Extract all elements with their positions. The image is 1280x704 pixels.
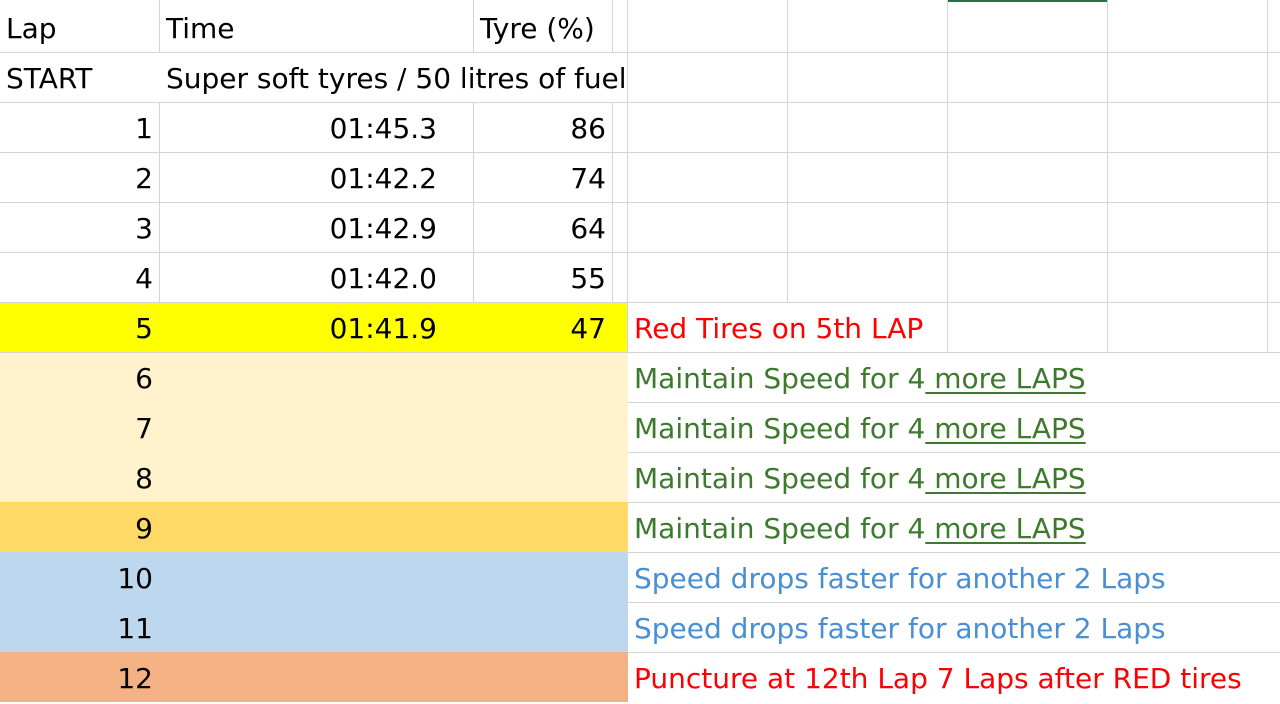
lap-tyre[interactable]: 86	[474, 104, 612, 154]
start-description[interactable]: Super soft tyres / 50 litres of fuel	[160, 54, 780, 104]
lap-note[interactable]: Puncture at 12th Lap 7 Laps after RED ti…	[634, 654, 1242, 704]
note-underlined-text: more LAPS	[925, 412, 1086, 445]
start-label[interactable]: START	[0, 54, 159, 104]
lap-number[interactable]: 7	[0, 404, 159, 454]
lap-time[interactable]: 01:41.9	[160, 304, 473, 354]
lap-number[interactable]: 5	[0, 304, 159, 354]
note-underlined-text: more LAPS	[925, 362, 1086, 395]
lap-number[interactable]: 11	[0, 604, 159, 654]
lap-note[interactable]: Speed drops faster for another 2 Laps	[634, 604, 1166, 654]
lap-number[interactable]: 12	[0, 654, 159, 704]
lap-note[interactable]: Maintain Speed for 4 more LAPS	[634, 404, 1086, 454]
lap-time[interactable]: 01:45.3	[160, 104, 473, 154]
lap-tyre[interactable]: 47	[474, 304, 612, 354]
spreadsheet-grid: Lap Time Tyre (%) START Super soft tyres…	[0, 0, 1280, 703]
note-underlined-text: more LAPS	[925, 462, 1086, 495]
header-tyre[interactable]: Tyre (%)	[474, 4, 614, 54]
lap-note[interactable]: Speed drops faster for another 2 Laps	[634, 554, 1166, 604]
grid-col-line	[787, 0, 788, 302]
note-text: Maintain Speed for 4	[634, 512, 926, 545]
note-text: Maintain Speed for 4	[634, 412, 926, 445]
lap-tyre[interactable]: 74	[474, 154, 612, 204]
selected-cell-border	[948, 0, 1107, 2]
lap-time[interactable]: 01:42.9	[160, 204, 473, 254]
lap-number[interactable]: 1	[0, 104, 159, 154]
lap-time[interactable]: 01:42.2	[160, 154, 473, 204]
lap-time[interactable]: 01:42.0	[160, 254, 473, 304]
note-text: Maintain Speed for 4	[634, 362, 926, 395]
lap-number[interactable]: 8	[0, 454, 159, 504]
lap-note[interactable]: Maintain Speed for 4 more LAPS	[634, 454, 1086, 504]
note-text: Maintain Speed for 4	[634, 462, 926, 495]
header-time[interactable]: Time	[160, 4, 473, 54]
note-underlined-text: more LAPS	[925, 512, 1086, 545]
lap-tyre[interactable]: 64	[474, 204, 612, 254]
lap-number[interactable]: 2	[0, 154, 159, 204]
lap-note[interactable]: Maintain Speed for 4 more LAPS	[634, 504, 1086, 554]
lap-note[interactable]: Red Tires on 5th LAP	[634, 304, 923, 354]
lap-number[interactable]: 3	[0, 204, 159, 254]
header-lap[interactable]: Lap	[0, 4, 159, 54]
lap-note[interactable]: Maintain Speed for 4 more LAPS	[634, 354, 1086, 404]
lap-number[interactable]: 9	[0, 504, 159, 554]
lap-tyre[interactable]: 55	[474, 254, 612, 304]
lap-number[interactable]: 4	[0, 254, 159, 304]
lap-number[interactable]: 6	[0, 354, 159, 404]
lap-number[interactable]: 10	[0, 554, 159, 604]
